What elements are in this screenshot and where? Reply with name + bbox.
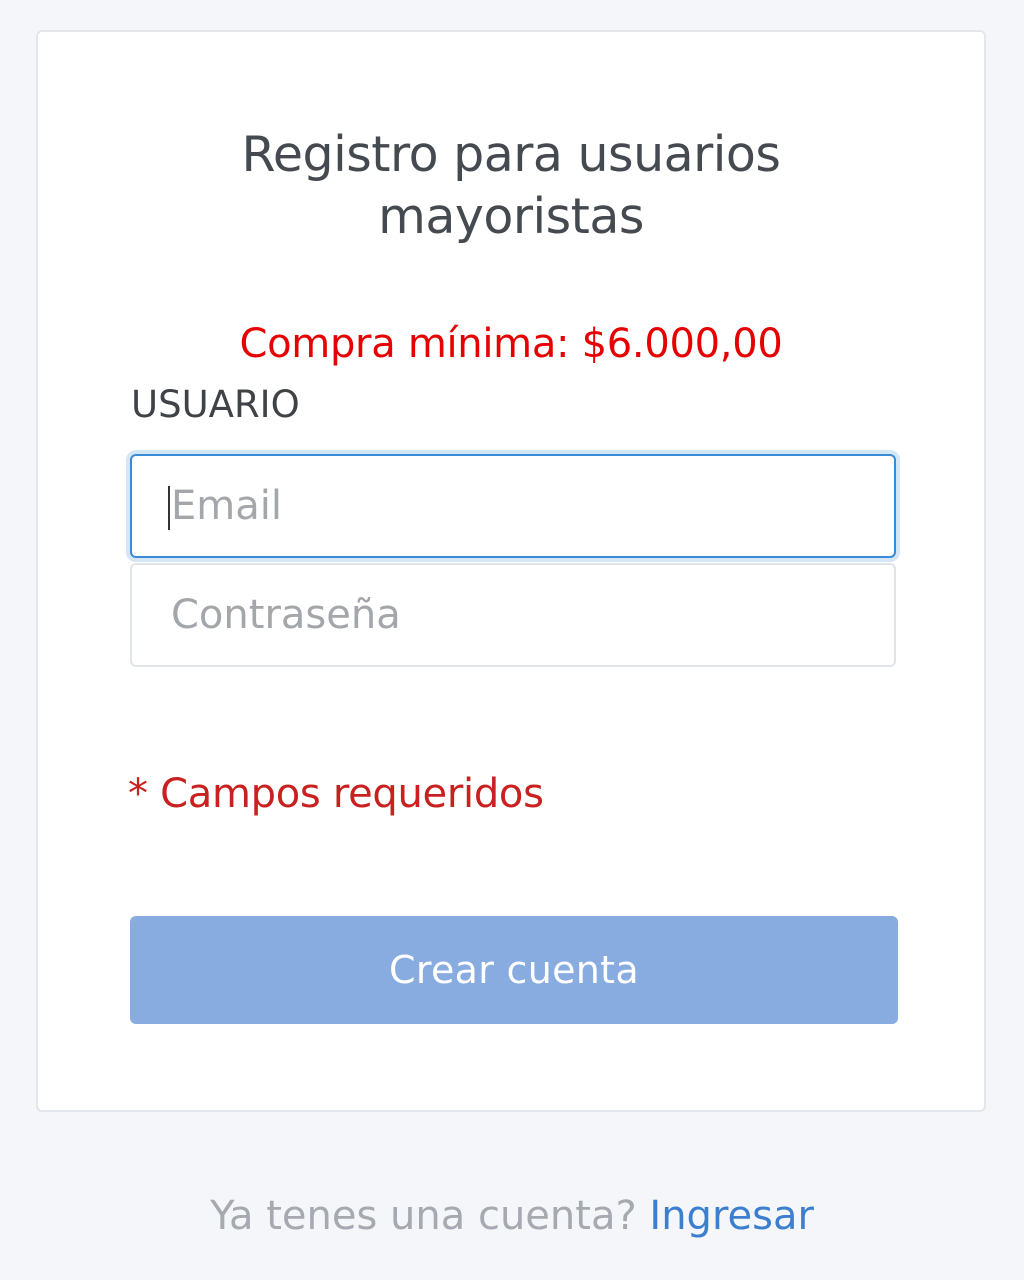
- email-placeholder: Email: [171, 483, 282, 529]
- password-placeholder: Contraseña: [171, 592, 401, 638]
- login-prompt-text: Ya tenes una cuenta?: [210, 1193, 637, 1239]
- text-caret: [168, 486, 170, 530]
- login-prompt: Ya tenes una cuenta? Ingresar: [0, 1188, 1024, 1244]
- page-title-line1: Registro para usuarios: [241, 126, 781, 183]
- email-field[interactable]: Email: [130, 454, 896, 558]
- create-account-button[interactable]: Crear cuenta: [130, 916, 898, 1024]
- login-link[interactable]: Ingresar: [649, 1193, 814, 1239]
- minimum-purchase-notice: Compra mínima: $6.000,00: [239, 321, 783, 367]
- page-title-line2: mayoristas: [378, 188, 644, 245]
- password-field[interactable]: Contraseña: [130, 563, 896, 667]
- required-fields-note: * Campos requeridos: [128, 771, 544, 817]
- page-title: Registro para usuarios mayoristas: [38, 124, 984, 248]
- registration-card: Registro para usuarios mayoristas Compra…: [36, 30, 986, 1112]
- user-section-label: USUARIO: [131, 383, 300, 426]
